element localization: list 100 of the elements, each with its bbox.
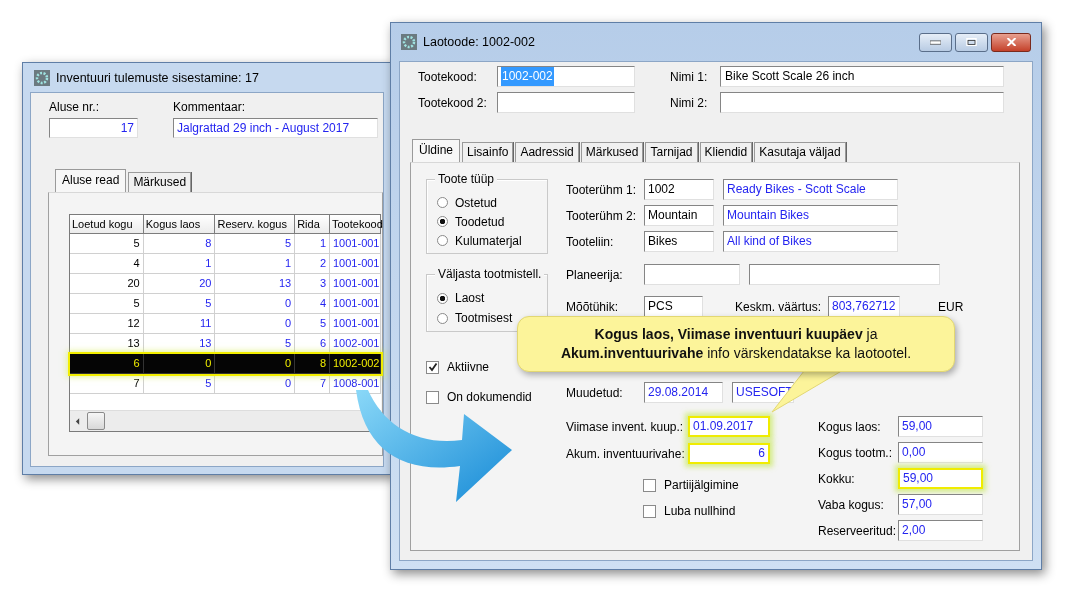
table-cell: 1002-002 [330, 354, 381, 374]
group-title: Väljasta tootmistell. [435, 267, 545, 281]
table-cell: 1001-001 [330, 234, 381, 254]
radio-button[interactable] [437, 216, 448, 227]
radio-label[interactable]: Kulumaterjal [455, 233, 522, 248]
table-row[interactable]: 12 11 0 5 1001-001 [70, 314, 381, 334]
input-field[interactable]: Jalgrattad 29 inch - August 2017 [173, 118, 378, 138]
field-label: Tootekood 2: [418, 94, 488, 112]
currency-label: EUR [938, 299, 964, 314]
radio-label[interactable]: Tootmisest [455, 311, 513, 325]
maximize-button[interactable] [955, 32, 988, 52]
checkbox-label[interactable]: Partiijälgimine [664, 478, 739, 492]
input-field[interactable]: All kind of Bikes [723, 231, 898, 252]
checkbox[interactable] [426, 390, 439, 404]
table-cell: 1 [295, 234, 330, 254]
tab[interactable]: Aadressid [515, 142, 579, 162]
input-field[interactable]: 01.09.2017 [688, 416, 770, 437]
radio-label[interactable]: Ostetud [455, 195, 498, 210]
input-field[interactable]: 1002 [644, 179, 714, 200]
app-icon [401, 34, 417, 50]
table-cell: 12 [70, 314, 144, 334]
field-label: Mõõtühik: [566, 299, 620, 314]
table-row[interactable]: 4 1 1 2 1001-001 [70, 254, 381, 274]
table-cell: 1 [143, 254, 216, 274]
table-cell: 1001-001 [330, 254, 381, 274]
table-cell: 1001-001 [330, 314, 381, 334]
column-header[interactable]: Tootekood [330, 215, 381, 234]
tab[interactable]: Kasutaja väljad [754, 142, 846, 162]
checkbox-label[interactable]: Aktiivne [447, 360, 490, 374]
table-cell: 20 [70, 274, 144, 294]
field-label: Kokku: [818, 471, 856, 486]
callout-text: Kogus laos, Viimase inventuuri kuupäev ja Akum.inventuurivahe info värskendatakse ka laotootel. [559, 325, 913, 363]
input-field[interactable]: 57,00 [898, 494, 983, 515]
input-field[interactable]: 0,00 [898, 442, 983, 463]
field-value: 1002-002 [501, 67, 554, 86]
radio-button[interactable] [437, 197, 448, 208]
table-cell: 1 [215, 254, 296, 274]
input-field[interactable] [749, 264, 940, 285]
input-field[interactable]: Bike Scott Scale 26 inch [720, 66, 1004, 87]
table-cell: 8 [143, 234, 216, 254]
tab[interactable]: Märkused [580, 142, 644, 162]
table-cell: 3 [295, 274, 330, 294]
tab[interactable]: Aluse read [55, 169, 127, 192]
input-field[interactable]: Ready Bikes - Scott Scale [723, 179, 898, 200]
table-cell: 0 [215, 314, 296, 334]
column-header[interactable]: Kogus laos [143, 215, 216, 234]
input-field[interactable]: 59,00 [898, 416, 983, 437]
table-row[interactable]: 5 5 0 4 1001-001 [70, 294, 381, 314]
minimize-button[interactable] [919, 32, 952, 52]
table-cell: 0 [215, 374, 296, 394]
maximize-icon [966, 38, 977, 46]
radio-label[interactable]: Toodetud [455, 214, 505, 229]
field-label: Tootekood: [418, 68, 478, 86]
checkbox[interactable] [426, 360, 439, 374]
table-cell: 0 [215, 354, 296, 374]
input-field[interactable]: 17 [49, 118, 138, 138]
close-button[interactable] [991, 32, 1031, 52]
input-field[interactable]: Bikes [644, 231, 714, 252]
table-cell: 6 [70, 354, 144, 374]
table-row[interactable]: 5 8 5 1 1001-001 [70, 234, 381, 254]
input-field[interactable] [497, 92, 635, 113]
table-cell: 8 [295, 354, 330, 374]
radio-button[interactable] [437, 292, 448, 304]
column-header[interactable]: Reserv. kogus [215, 215, 296, 234]
input-field[interactable]: Mountain [644, 205, 714, 226]
tab[interactable]: Üldine [412, 139, 461, 162]
scrollbar[interactable] [70, 410, 381, 431]
field-label: Kogus laos: [818, 419, 882, 434]
table-row[interactable]: 6 0 0 8 1002-002 [70, 354, 381, 374]
checkbox-label[interactable]: On dokumendid [447, 390, 532, 404]
close-icon [1005, 38, 1017, 46]
column-header[interactable]: Rida [295, 215, 330, 234]
input-field[interactable]: 6 [688, 443, 770, 464]
tab[interactable]: Tarnijad [645, 142, 698, 162]
input-field[interactable]: PCS [644, 296, 703, 317]
table-cell: 7 [295, 374, 330, 394]
input-field[interactable] [720, 92, 1004, 113]
input-field[interactable]: 59,00 [898, 468, 983, 489]
checkbox-label[interactable]: Luba nullhind [664, 504, 736, 518]
group-title: Toote tüüp [435, 172, 498, 186]
input-field[interactable]: 29.08.2014 [644, 382, 723, 403]
table-row[interactable]: 20 20 13 3 1001-001 [70, 274, 381, 294]
radio-button[interactable] [437, 235, 448, 246]
input-field[interactable]: 2,00 [898, 520, 983, 541]
column-header[interactable]: Loetud kogu [70, 215, 144, 234]
input-field[interactable]: Mountain Bikes [723, 205, 898, 226]
checkbox[interactable] [643, 504, 656, 518]
check-icon [427, 362, 438, 372]
radio-label[interactable]: Laost [455, 291, 485, 305]
tab[interactable]: Märkused [128, 172, 192, 192]
scroll-left-icon[interactable] [75, 417, 80, 425]
scroll-thumb[interactable] [87, 412, 105, 430]
input-field[interactable] [644, 264, 740, 285]
input-field[interactable]: 803,762712 [828, 296, 900, 317]
table-cell: 2 [295, 254, 330, 274]
checkbox[interactable] [643, 478, 656, 492]
radio-button[interactable] [437, 312, 448, 324]
field-label: Tooterühm 2: [566, 208, 638, 223]
tab[interactable]: Kliendid [699, 142, 753, 162]
tab[interactable]: Lisainfo [462, 142, 514, 162]
